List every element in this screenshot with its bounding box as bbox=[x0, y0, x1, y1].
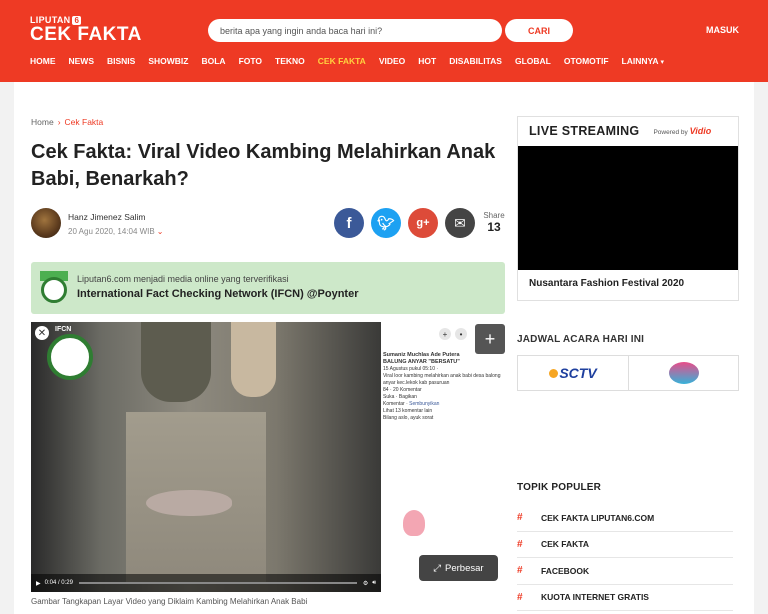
nav-item-home[interactable]: HOME bbox=[30, 56, 56, 66]
breadcrumb-home[interactable]: Home bbox=[31, 117, 54, 127]
settings-icon[interactable]: ⚙ bbox=[363, 580, 368, 587]
nav-item-tekno[interactable]: TEKNO bbox=[275, 56, 305, 66]
live-streaming-header: LIVE STREAMING Powered by Vidio bbox=[518, 117, 738, 145]
ifcn-verification-banner[interactable]: Liputan6.com menjadi media online yang t… bbox=[31, 262, 505, 314]
nav-item-news[interactable]: NEWS bbox=[69, 56, 95, 66]
login-link[interactable]: MASUK bbox=[706, 25, 739, 35]
video-progress-bar[interactable] bbox=[78, 582, 357, 584]
live-streaming-title: LIVE STREAMING bbox=[529, 124, 640, 138]
nav-item-hot[interactable]: HOT bbox=[418, 56, 436, 66]
twitter-icon: 🐦︎ bbox=[377, 214, 395, 231]
search-button[interactable]: CARI bbox=[505, 19, 573, 42]
popular-topics-list: # CEK FAKTA LIPUTAN6.COM # CEK FAKTA # FACE… bbox=[517, 505, 733, 611]
nav-item-bisnis[interactable]: BISNIS bbox=[107, 56, 135, 66]
play-icon[interactable]: ▶ bbox=[36, 580, 41, 587]
ifcn-badge-icon bbox=[40, 271, 68, 305]
site-header: LIPUTAN 6 CEK FAKTA berita apa yang ingin… bbox=[0, 0, 768, 82]
author-name[interactable]: Hanz Jimenez Salim bbox=[68, 212, 145, 222]
pig-sticker bbox=[403, 510, 425, 536]
hashtag-icon: # bbox=[517, 512, 523, 524]
live-stream-caption[interactable]: Nusantara Fashion Festival 2020 bbox=[529, 278, 684, 289]
nav-item-global[interactable]: GLOBAL bbox=[515, 56, 551, 66]
publish-date: 20 Agu 2020, 14:04 WIB ⌄ bbox=[68, 227, 164, 236]
nav-item-lainnya[interactable]: LAINNYA ▾ bbox=[622, 56, 665, 66]
indosiar-logo-icon bbox=[668, 362, 699, 384]
schedule-title: JADWAL ACARA HARI INI bbox=[517, 334, 645, 345]
ifcn-signatory-badge: IFCN bbox=[47, 326, 95, 382]
chevron-down-icon[interactable]: ⌄ bbox=[157, 227, 164, 236]
powered-by: Powered by Vidio bbox=[653, 126, 712, 136]
zoom-button[interactable]: ⤢ Perbesar bbox=[419, 555, 498, 581]
nav-item-otomotif[interactable]: OTOMOTIF bbox=[564, 56, 609, 66]
search-input[interactable]: berita apa yang ingin anda baca hari ini… bbox=[208, 19, 502, 42]
list-item[interactable]: # CEK FAKTA bbox=[517, 532, 733, 558]
logo-section-name: CEK FAKTA bbox=[30, 24, 142, 45]
info-icon[interactable]: • bbox=[455, 328, 467, 340]
channel-tabs: SCTV bbox=[517, 355, 739, 391]
hashtag-icon: # bbox=[517, 565, 523, 577]
breadcrumb: Home › Cek Fakta bbox=[31, 117, 103, 127]
google-plus-icon: g+ bbox=[416, 217, 430, 229]
nav-item-video[interactable]: VIDEO bbox=[379, 56, 405, 66]
facebook-share-button[interactable]: f bbox=[334, 208, 364, 238]
expand-icon: ⤢ bbox=[433, 562, 442, 574]
goat-figure bbox=[146, 490, 232, 516]
volume-icon[interactable]: 🔊︎ bbox=[372, 580, 376, 587]
hashtag-icon: # bbox=[517, 591, 523, 603]
channel-tab-indosiar[interactable] bbox=[628, 356, 738, 390]
list-item[interactable]: # CEK FAKTA LIPUTAN6.COM bbox=[517, 505, 733, 532]
facebook-post-content: Sumaniz Muchlas Ade Putera BALUNG ANYAR … bbox=[383, 352, 501, 421]
chevron-down-icon: ▾ bbox=[660, 59, 665, 66]
article-image[interactable]: ✕ IFCN Sumaniz Muchlas Ade Putera BALUNG… bbox=[31, 322, 505, 592]
breadcrumb-current[interactable]: Cek Fakta bbox=[65, 117, 104, 127]
nav-item-disabilitas[interactable]: DISABILITAS bbox=[449, 56, 502, 66]
nav-item-bola[interactable]: BOLA bbox=[201, 56, 225, 66]
author-avatar[interactable] bbox=[31, 208, 61, 238]
google-plus-share-button[interactable]: g+ bbox=[408, 208, 438, 238]
vidio-logo[interactable]: Vidio bbox=[690, 126, 712, 136]
sctv-logo-icon bbox=[549, 368, 559, 378]
share-label: Share bbox=[483, 211, 505, 220]
share-count: 13 bbox=[487, 220, 501, 234]
nav-item-foto[interactable]: FOTO bbox=[239, 56, 262, 66]
video-controls: ▶ 0:04 / 0:29 ⚙ 🔊︎ bbox=[31, 574, 381, 592]
chevron-right-icon: › bbox=[57, 117, 61, 127]
popular-topics-title: TOPIK POPULER bbox=[517, 482, 602, 493]
image-toolbar: + • bbox=[439, 328, 467, 340]
ifcn-text-line1: Liputan6.com menjadi media online yang t… bbox=[77, 274, 289, 284]
ifcn-text-line2: International Fact Checking Network (IFC… bbox=[77, 288, 359, 300]
facebook-icon: f bbox=[346, 214, 352, 232]
hashtag-icon: # bbox=[517, 538, 523, 550]
live-streaming-widget: LIVE STREAMING Powered by Vidio Nusantar… bbox=[517, 116, 739, 301]
email-icon: ✉ bbox=[454, 214, 466, 231]
nav-item-cek-fakta[interactable]: CEK FAKTA bbox=[318, 56, 366, 66]
list-item[interactable]: # KUOTA INTERNET GRATIS bbox=[517, 585, 733, 611]
add-icon[interactable]: + bbox=[439, 328, 451, 340]
live-video-player[interactable] bbox=[518, 146, 738, 270]
email-share-button[interactable]: ✉ bbox=[445, 208, 475, 238]
share-counter: Share 13 bbox=[482, 211, 506, 234]
site-logo[interactable]: LIPUTAN 6 CEK FAKTA bbox=[30, 15, 142, 46]
image-caption: Gambar Tangkapan Layar Video yang Diklai… bbox=[31, 597, 308, 606]
channel-tab-sctv[interactable]: SCTV bbox=[518, 356, 628, 390]
video-time: 0:04 / 0:29 bbox=[44, 580, 73, 586]
article-title: Cek Fakta: Viral Video Kambing Melahirka… bbox=[31, 141, 496, 190]
main-nav: HOME NEWS BISNIS SHOWBIZ BOLA FOTO TEKNO… bbox=[30, 56, 677, 66]
nav-item-showbiz[interactable]: SHOWBIZ bbox=[148, 56, 188, 66]
twitter-share-button[interactable]: 🐦︎ bbox=[371, 208, 401, 238]
list-item[interactable]: # FACEBOOK bbox=[517, 558, 733, 585]
expand-plus-button[interactable]: + bbox=[475, 324, 505, 354]
